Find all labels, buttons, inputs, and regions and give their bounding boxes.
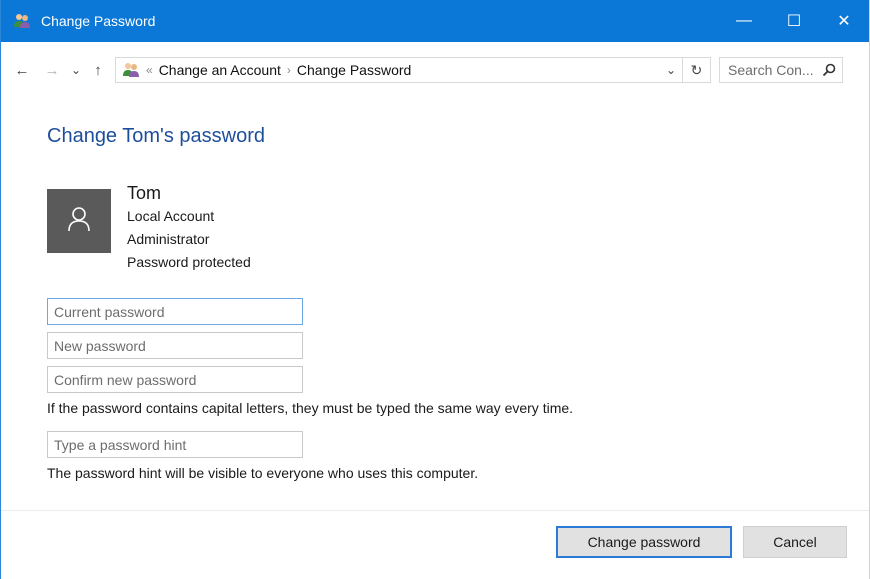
cancel-button[interactable]: Cancel [743,526,847,558]
maximize-button[interactable]: ☐ [769,0,819,42]
user-avatar-icon [64,204,94,239]
page-title: Change Tom's password [47,125,266,147]
current-password-placeholder: Current password [54,303,165,320]
hint-visibility-note: The password hint will be visible to eve… [47,465,479,481]
back-arrow-icon[interactable]: ← [11,59,33,81]
close-button[interactable]: ✕ [819,0,869,42]
address-bar: ← → ⌄ ↑ « Change an Account › Change Pas… [1,42,869,98]
window-title: Change Password [41,13,156,29]
change-password-button[interactable]: Change password [556,526,732,558]
search-input[interactable]: Search Con... [719,57,843,83]
user-name: Tom [127,183,162,203]
case-sensitivity-note: If the password contains capital letters… [47,400,574,416]
breadcrumb-change-password[interactable]: Change Password [297,62,411,78]
users-icon [13,13,31,29]
breadcrumb-overflow[interactable]: « [146,63,153,77]
refresh-icon[interactable]: ↻ [683,57,711,83]
window-controls: — ☐ ✕ [719,0,869,42]
current-password-field[interactable]: Current password [47,298,303,325]
navigation-buttons: ← → ⌄ ↑ [11,59,109,81]
forward-arrow-icon[interactable]: → [41,59,63,81]
avatar [47,189,111,253]
new-password-field[interactable]: New password [47,332,303,359]
user-info: Tom Local Account Administrator Password… [127,181,251,274]
breadcrumb-change-an-account[interactable]: Change an Account [159,62,281,78]
password-status: Password protected [127,254,251,270]
search-icon [822,63,836,77]
address-dropdown-icon[interactable]: ⌄ [660,63,682,77]
minimize-button[interactable]: — [719,0,769,42]
confirm-password-field[interactable]: Confirm new password [47,366,303,393]
breadcrumb[interactable]: « Change an Account › Change Password ⌄ [115,57,683,83]
control-panel-icon [122,62,140,78]
account-role: Administrator [127,231,210,247]
account-type: Local Account [127,208,215,224]
new-password-placeholder: New password [54,337,146,354]
footer-divider [1,510,869,511]
chevron-down-icon[interactable]: ⌄ [65,59,87,81]
up-arrow-icon[interactable]: ↑ [87,59,109,81]
search-placeholder: Search Con... [728,62,814,78]
change-password-window: Change Password — ☐ ✕ ← → ⌄ ↑ « Change a… [0,0,870,579]
title-bar: Change Password — ☐ ✕ [1,0,869,42]
confirm-password-placeholder: Confirm new password [54,371,197,388]
password-hint-field[interactable]: Type a password hint [47,431,303,458]
password-hint-placeholder: Type a password hint [54,436,187,453]
breadcrumb-separator: › [286,63,291,77]
